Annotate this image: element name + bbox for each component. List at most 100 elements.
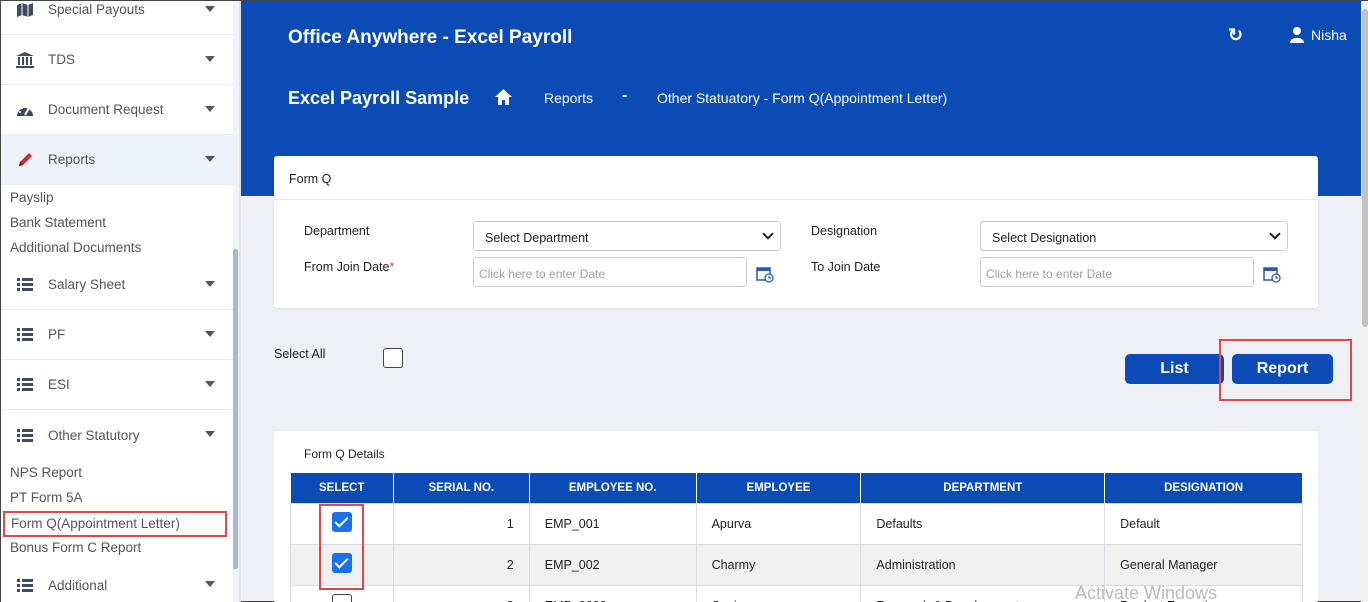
to-date-placeholder: Click here to enter Date (986, 267, 1113, 281)
required-mark: * (389, 260, 395, 274)
table-header-row: SELECT SERIAL NO. EMPLOYEE NO. EMPLOYEE … (290, 473, 1303, 503)
sidebar-item-label: Document Request (48, 102, 164, 117)
pencil-icon (15, 152, 35, 168)
sidebar-item-additional[interactable]: Additional (1, 560, 233, 602)
column-header-serial[interactable]: SERIAL NO. (393, 473, 530, 503)
form-q-card: Form Q Department Select Department Desi… (274, 156, 1318, 308)
serial-cell: 3 (392, 584, 530, 602)
chevron-down-icon (762, 228, 774, 240)
breadcrumb-reports[interactable]: Reports (544, 90, 593, 106)
serial-cell: 1 (392, 502, 530, 545)
dashboard-icon (15, 102, 35, 118)
sidebar-item-document-request[interactable]: Document Request (1, 85, 233, 135)
sidebar-item-reports[interactable]: Reports (1, 135, 233, 185)
sidebar-item-label: Reports (48, 152, 96, 167)
calendar-icon[interactable] (756, 265, 774, 283)
sidebar-item-other-statutory[interactable]: Other Statutory (1, 410, 233, 460)
employee-cell: Charmy (695, 543, 862, 586)
chevron-down-icon (205, 581, 215, 587)
sidebar-link-additional-documents[interactable]: Additional Documents (10, 240, 141, 256)
designation-label: Designation (811, 224, 878, 238)
sidebar-link-pt-form-5a[interactable]: PT Form 5A (10, 490, 83, 506)
department-cell: Administration (860, 543, 1106, 586)
from-join-date-input[interactable]: Click here to enter Date (473, 257, 747, 287)
report-button-highlight (1219, 339, 1352, 401)
chevron-down-icon (205, 6, 215, 12)
select-all-label: Select All (274, 347, 326, 361)
sidebar-link-form-q[interactable]: Form Q(Appointment Letter) (3, 511, 227, 537)
sidebar-item-label: Salary Sheet (48, 277, 126, 292)
column-header-select[interactable]: SELECT (290, 473, 394, 503)
sidebar-link-bonus-form-c[interactable]: Bonus Form C Report (10, 540, 141, 556)
designation-cell: General Manager (1104, 543, 1303, 586)
bank-icon (15, 51, 35, 68)
from-join-date-label: From Join Date* (304, 260, 395, 274)
column-header-designation[interactable]: DESIGNATION (1104, 473, 1303, 503)
chevron-down-icon (205, 431, 215, 437)
chevron-down-icon (205, 106, 215, 112)
sidebar-item-label: ESI (48, 377, 70, 392)
department-label: Department (304, 224, 370, 238)
column-header-department[interactable]: DEPARTMENT (860, 473, 1106, 503)
table-row: 1 EMP_001 Apurva Defaults Default (290, 502, 1303, 545)
sidebar-item-label: TDS (48, 52, 75, 67)
user-icon[interactable] (1290, 27, 1304, 43)
sidebar-link-bank-statement[interactable]: Bank Statement (10, 215, 106, 231)
sidebar-item-label: Other Statutory (48, 427, 140, 443)
column-header-employee[interactable]: EMPLOYEE (696, 473, 862, 503)
employee-cell: Apurva (695, 502, 862, 545)
department-select[interactable]: Select Department (473, 221, 781, 251)
employee-no-cell: EMP_001 (528, 502, 697, 545)
list-icon (15, 277, 35, 293)
calendar-icon[interactable] (1263, 265, 1281, 283)
chevron-down-icon (205, 381, 215, 387)
user-name[interactable]: Nisha (1311, 27, 1347, 43)
designation-selected-value: Select Designation (992, 231, 1097, 245)
sidebar-scrollbar-thumb[interactable] (233, 249, 238, 569)
breadcrumb-separator: - (622, 87, 628, 104)
list-icon (15, 327, 35, 343)
app-title: Office Anywhere - Excel Payroll (288, 27, 573, 48)
employee-cell: Sanjana (695, 584, 862, 602)
page-scrollbar-thumb[interactable] (1362, 9, 1368, 327)
form-title: Form Q (289, 172, 332, 186)
company-name: Excel Payroll Sample (288, 88, 470, 108)
list-button[interactable]: List (1125, 354, 1224, 384)
row-checkbox[interactable] (331, 594, 352, 602)
department-cell: Defaults (860, 502, 1106, 545)
chevron-down-icon (205, 331, 215, 337)
designation-select[interactable]: Select Designation (980, 221, 1288, 251)
chevron-down-icon (205, 281, 215, 287)
department-selected-value: Select Department (485, 231, 589, 245)
sidebar-link-payslip[interactable]: Payslip (10, 190, 54, 206)
home-icon[interactable] (495, 89, 512, 105)
sidebar-item-tds[interactable]: TDS (1, 35, 233, 85)
employee-no-cell: EMP_0003 (528, 584, 697, 602)
designation-cell: Default (1104, 502, 1303, 545)
sidebar: Special Payouts TDS Document Request Rep… (1, 1, 233, 602)
refresh-icon[interactable]: ↻ (1228, 25, 1243, 46)
map-icon (15, 2, 35, 18)
chevron-down-icon (1269, 228, 1281, 240)
list-icon (15, 427, 35, 443)
department-cell: Research & Development (860, 584, 1106, 602)
sidebar-item-salary-sheet[interactable]: Salary Sheet (1, 260, 233, 310)
sidebar-item-special-payouts[interactable]: Special Payouts (1, 0, 233, 35)
list-icon (15, 377, 35, 393)
employee-no-cell: EMP_002 (528, 543, 697, 586)
sidebar-item-esi[interactable]: ESI (1, 360, 233, 410)
table-row: 2 EMP_002 Charmy Administration General … (290, 543, 1303, 586)
sidebar-item-label: PF (48, 327, 66, 342)
sidebar-item-pf[interactable]: PF (1, 310, 233, 360)
sidebar-item-label: Special Payouts (48, 2, 145, 17)
sidebar-link-nps-report[interactable]: NPS Report (10, 465, 82, 481)
activate-windows-watermark: Activate Windows (1075, 583, 1218, 602)
breadcrumb-current: Other Statuatory - Form Q(Appointment Le… (657, 90, 948, 106)
chevron-down-icon (205, 156, 215, 162)
select-all-checkbox[interactable] (383, 348, 403, 368)
chevron-down-icon (205, 56, 215, 62)
to-join-date-input[interactable]: Click here to enter Date (980, 257, 1254, 287)
column-header-employee-no[interactable]: EMPLOYEE NO. (529, 473, 697, 503)
to-join-date-label: To Join Date (811, 260, 881, 274)
checkbox-highlight (319, 504, 364, 590)
